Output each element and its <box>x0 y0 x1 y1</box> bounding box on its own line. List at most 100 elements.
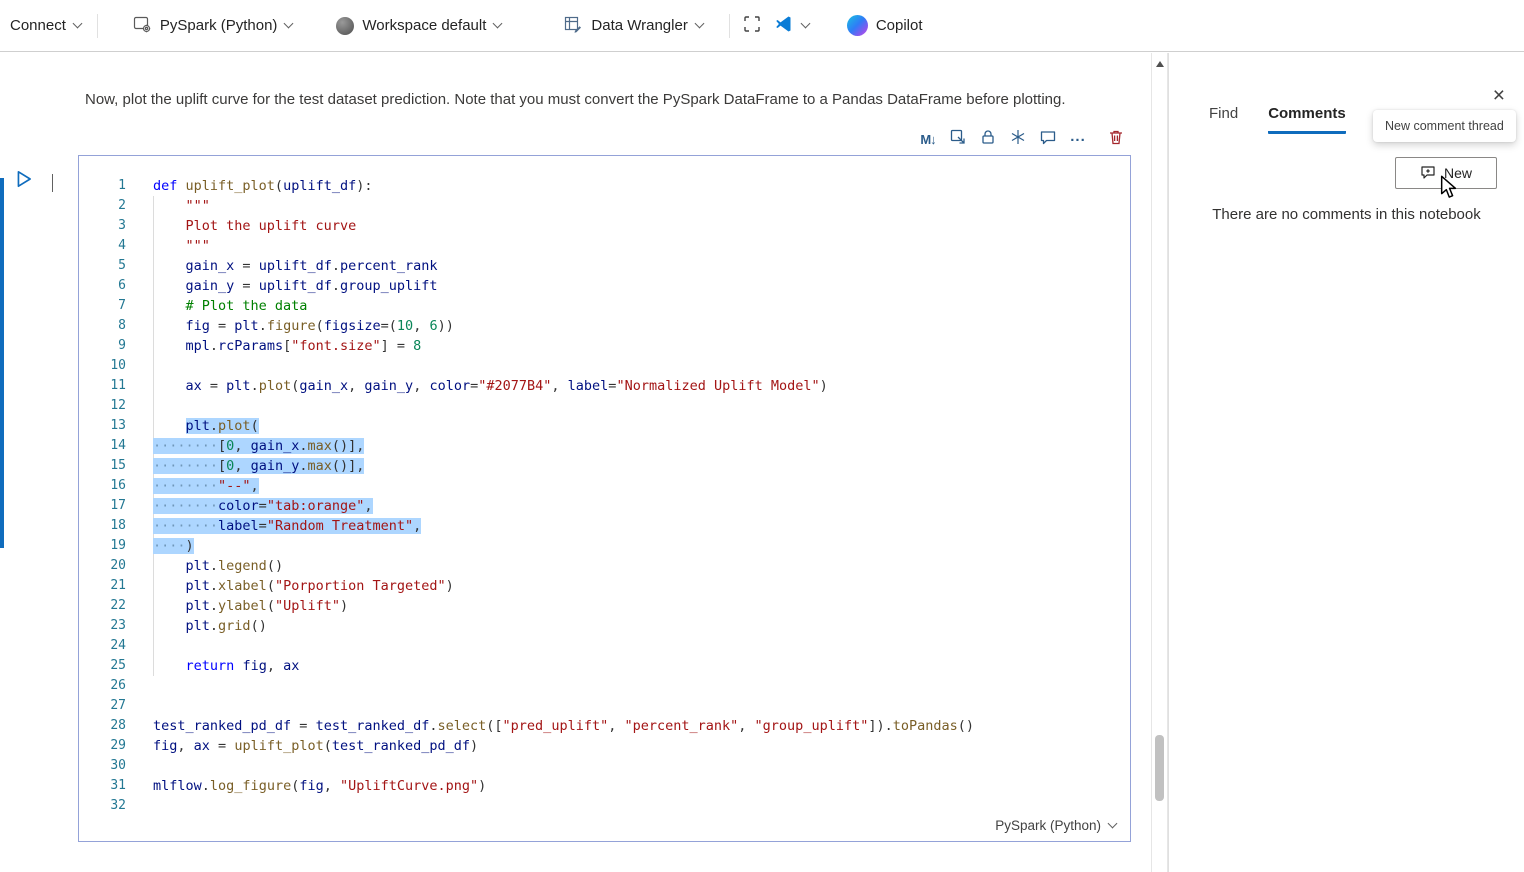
code-line[interactable]: 20 plt.legend() <box>79 556 1130 576</box>
code-line[interactable]: 13 plt.plot( <box>79 416 1130 436</box>
code-line[interactable]: 25 return fig, ax <box>79 656 1130 676</box>
connect-dropdown[interactable]: Connect <box>0 6 91 46</box>
environment-dropdown[interactable]: Workspace default <box>326 6 511 46</box>
line-content: """ <box>126 236 210 256</box>
tab-comments[interactable]: Comments <box>1268 105 1346 134</box>
chevron-down-icon <box>1108 819 1118 829</box>
code-line[interactable]: 8 fig = plt.figure(figsize=(10, 6)) <box>79 316 1130 336</box>
code-line[interactable]: 31mlflow.log_figure(fig, "UpliftCurve.pn… <box>79 776 1130 796</box>
scrollbar-thumb[interactable] <box>1155 735 1164 801</box>
add-comment-button[interactable] <box>1035 126 1061 152</box>
line-content <box>126 356 153 376</box>
code-line[interactable]: 15········[0, gain_y.max()], <box>79 456 1130 476</box>
snowflake-icon <box>1009 128 1027 151</box>
vscode-dropdown[interactable] <box>768 6 815 46</box>
markdown-cell[interactable]: Now, plot the uplift curve for the test … <box>85 91 1105 108</box>
code-line[interactable]: 11 ax = plt.plot(gain_x, gain_y, color="… <box>79 376 1130 396</box>
code-line[interactable]: 6 gain_y = uplift_df.group_uplift <box>79 276 1130 296</box>
comment-icon <box>1039 128 1057 151</box>
code-line[interactable]: 21 plt.xlabel("Porportion Targeted") <box>79 576 1130 596</box>
line-content: ········[0, gain_x.max()], <box>126 436 364 456</box>
freeze-cell-button[interactable] <box>1005 126 1031 152</box>
close-icon[interactable]: × <box>1493 85 1505 106</box>
code-line[interactable]: 19····) <box>79 536 1130 556</box>
code-line[interactable]: 7 # Plot the data <box>79 296 1130 316</box>
code-line[interactable]: 26 <box>79 676 1130 696</box>
focus-mode-button[interactable] <box>736 6 768 46</box>
delete-cell-button[interactable] <box>1103 126 1129 152</box>
code-line[interactable]: 1def uplift_plot(uplift_df): <box>79 176 1130 196</box>
line-number: 18 <box>79 516 126 536</box>
comment-add-icon <box>1420 164 1436 183</box>
code-line[interactable]: 22 plt.ylabel("Uplift") <box>79 596 1130 616</box>
top-toolbar: Connect PySpark (Python) Workspace defau… <box>0 0 1524 52</box>
code-line[interactable]: 30 <box>79 756 1130 776</box>
line-content: fig, ax = uplift_plot(test_ranked_pd_df) <box>126 736 478 756</box>
copilot-button[interactable]: Copilot <box>837 6 933 46</box>
kernel-dropdown[interactable]: PySpark (Python) <box>122 6 303 46</box>
kernel-label: PySpark (Python) <box>160 17 278 34</box>
line-content <box>126 756 153 776</box>
line-number: 6 <box>79 276 126 296</box>
code-line[interactable]: 24 <box>79 636 1130 656</box>
code-line[interactable]: 9 mpl.rcParams["font.size"] = 8 <box>79 336 1130 356</box>
code-line[interactable]: 27 <box>79 696 1130 716</box>
line-content: plt.plot( <box>126 416 259 436</box>
line-number: 2 <box>79 196 126 216</box>
code-line[interactable]: 28test_ranked_pd_df = test_ranked_df.sel… <box>79 716 1130 736</box>
line-number: 17 <box>79 496 126 516</box>
vertical-scrollbar[interactable] <box>1151 53 1168 872</box>
more-icon: ... <box>1070 128 1086 145</box>
line-number: 24 <box>79 636 126 656</box>
line-content <box>126 636 153 656</box>
code-line[interactable]: 12 <box>79 396 1130 416</box>
chevron-down-icon <box>800 19 810 29</box>
run-cell-button[interactable] <box>14 169 36 191</box>
code-line[interactable]: 29fig, ax = uplift_plot(test_ranked_pd_d… <box>79 736 1130 756</box>
code-line[interactable]: 5 gain_x = uplift_df.percent_rank <box>79 256 1130 276</box>
line-number: 29 <box>79 736 126 756</box>
code-line[interactable]: 23 plt.grid() <box>79 616 1130 636</box>
new-comment-button[interactable]: New <box>1395 157 1497 189</box>
tab-find[interactable]: Find <box>1209 105 1238 134</box>
more-commands-button[interactable]: ... <box>1065 126 1091 152</box>
line-content <box>126 696 153 716</box>
code-line[interactable]: 3 Plot the uplift curve <box>79 216 1130 236</box>
code-line[interactable]: 14········[0, gain_x.max()], <box>79 436 1130 456</box>
environment-label: Workspace default <box>362 17 486 34</box>
line-number: 9 <box>79 336 126 356</box>
code-editor[interactable]: 1def uplift_plot(uplift_df):2 """3 Plot … <box>79 176 1130 816</box>
line-content: ········[0, gain_y.max()], <box>126 456 364 476</box>
line-content: test_ranked_pd_df = test_ranked_df.selec… <box>126 716 974 736</box>
line-number: 15 <box>79 456 126 476</box>
line-number: 12 <box>79 396 126 416</box>
code-line[interactable]: 4 """ <box>79 236 1130 256</box>
code-line[interactable]: 32 <box>79 796 1130 816</box>
code-line[interactable]: 17········color="tab:orange", <box>79 496 1130 516</box>
data-wrangler-dropdown[interactable]: Data Wrangler <box>553 6 712 46</box>
cell-toolbar: M↓ <box>915 126 1129 152</box>
lock-cell-button[interactable] <box>975 126 1001 152</box>
line-content <box>126 796 153 816</box>
chevron-down-icon <box>493 19 503 29</box>
collapse-cell-chevron[interactable] <box>52 174 53 192</box>
code-cell[interactable]: 1def uplift_plot(uplift_df):2 """3 Plot … <box>78 155 1131 842</box>
line-number: 31 <box>79 776 126 796</box>
convert-to-markdown-button[interactable]: M↓ <box>915 126 941 152</box>
line-number: 28 <box>79 716 126 736</box>
line-number: 14 <box>79 436 126 456</box>
line-content: return fig, ax <box>126 656 299 676</box>
chevron-down-icon <box>284 19 294 29</box>
code-line[interactable]: 18········label="Random Treatment", <box>79 516 1130 536</box>
line-content: plt.grid() <box>126 616 267 636</box>
cell-language-selector[interactable]: PySpark (Python) <box>995 818 1116 833</box>
move-cell-button[interactable] <box>945 126 971 152</box>
code-line[interactable]: 16········"--", <box>79 476 1130 496</box>
line-number: 3 <box>79 216 126 236</box>
scroll-up-arrow[interactable] <box>1156 61 1164 67</box>
line-content: ········color="tab:orange", <box>126 496 373 516</box>
line-number: 26 <box>79 676 126 696</box>
code-line[interactable]: 2 """ <box>79 196 1130 216</box>
code-line[interactable]: 10 <box>79 356 1130 376</box>
line-content: ····) <box>126 536 194 556</box>
